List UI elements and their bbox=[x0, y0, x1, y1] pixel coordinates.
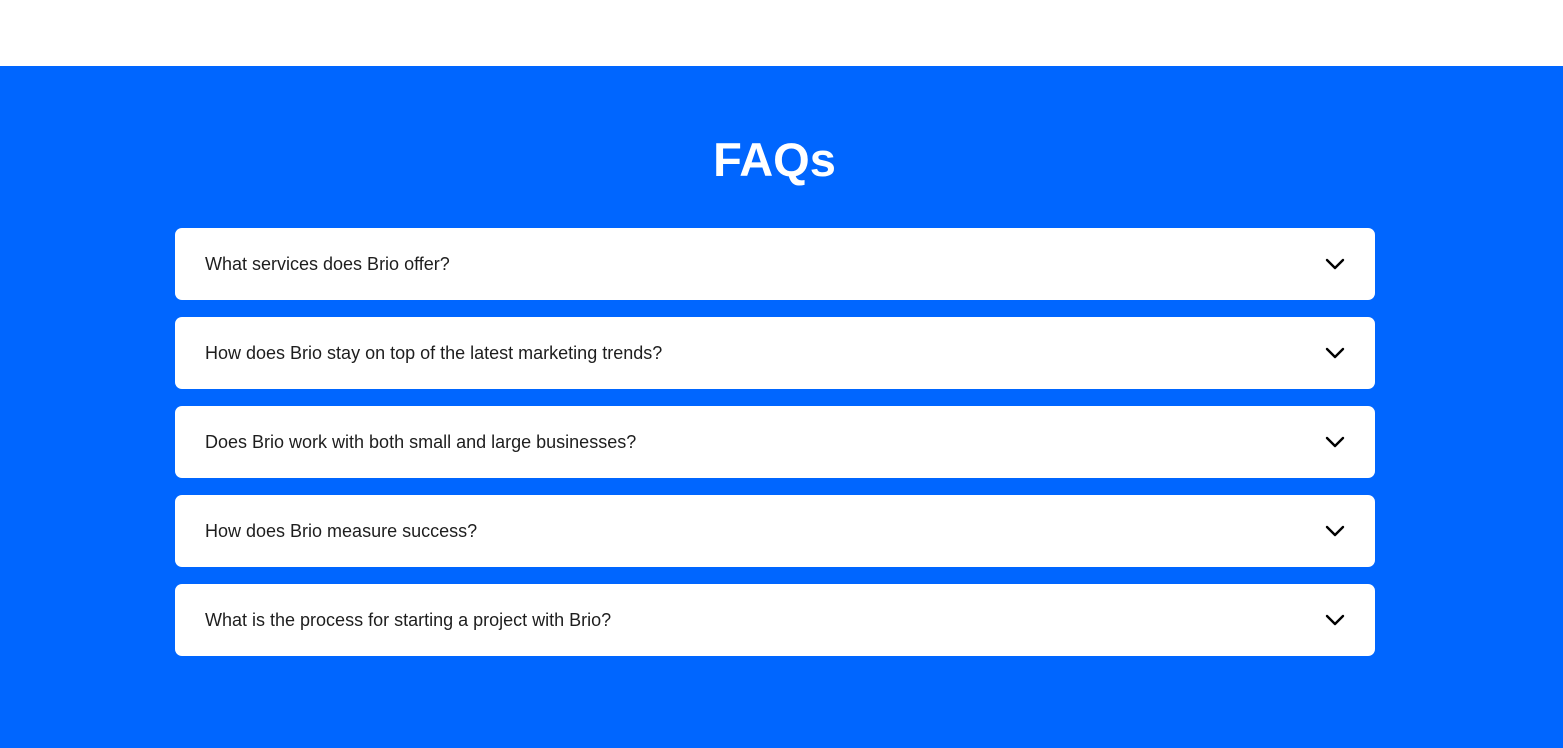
faq-question: Does Brio work with both small and large… bbox=[205, 431, 637, 452]
faq-item-project-process[interactable]: What is the process for starting a proje… bbox=[175, 584, 1375, 656]
faq-list: What services does Brio offer? How does … bbox=[175, 228, 1375, 656]
chevron-down-icon[interactable] bbox=[1323, 430, 1347, 454]
faq-section: FAQs What services does Brio offer? How … bbox=[0, 66, 1563, 748]
chevron-down-icon[interactable] bbox=[1323, 341, 1347, 365]
faq-title: FAQs bbox=[713, 133, 836, 186]
faq-item-services[interactable]: What services does Brio offer? bbox=[175, 228, 1375, 300]
chevron-down-icon[interactable] bbox=[1323, 519, 1347, 543]
top-header-area bbox=[0, 0, 1563, 66]
faq-question: How does Brio stay on top of the latest … bbox=[205, 342, 663, 363]
faq-question: What services does Brio offer? bbox=[205, 253, 450, 274]
faq-question: How does Brio measure success? bbox=[205, 520, 478, 541]
faq-item-measure-success[interactable]: How does Brio measure success? bbox=[175, 495, 1375, 567]
chevron-down-icon[interactable] bbox=[1323, 608, 1347, 632]
faq-question: What is the process for starting a proje… bbox=[205, 609, 612, 630]
chevron-down-icon[interactable] bbox=[1323, 252, 1347, 276]
faq-item-business-size[interactable]: Does Brio work with both small and large… bbox=[175, 406, 1375, 478]
faq-item-marketing-trends[interactable]: How does Brio stay on top of the latest … bbox=[175, 317, 1375, 389]
